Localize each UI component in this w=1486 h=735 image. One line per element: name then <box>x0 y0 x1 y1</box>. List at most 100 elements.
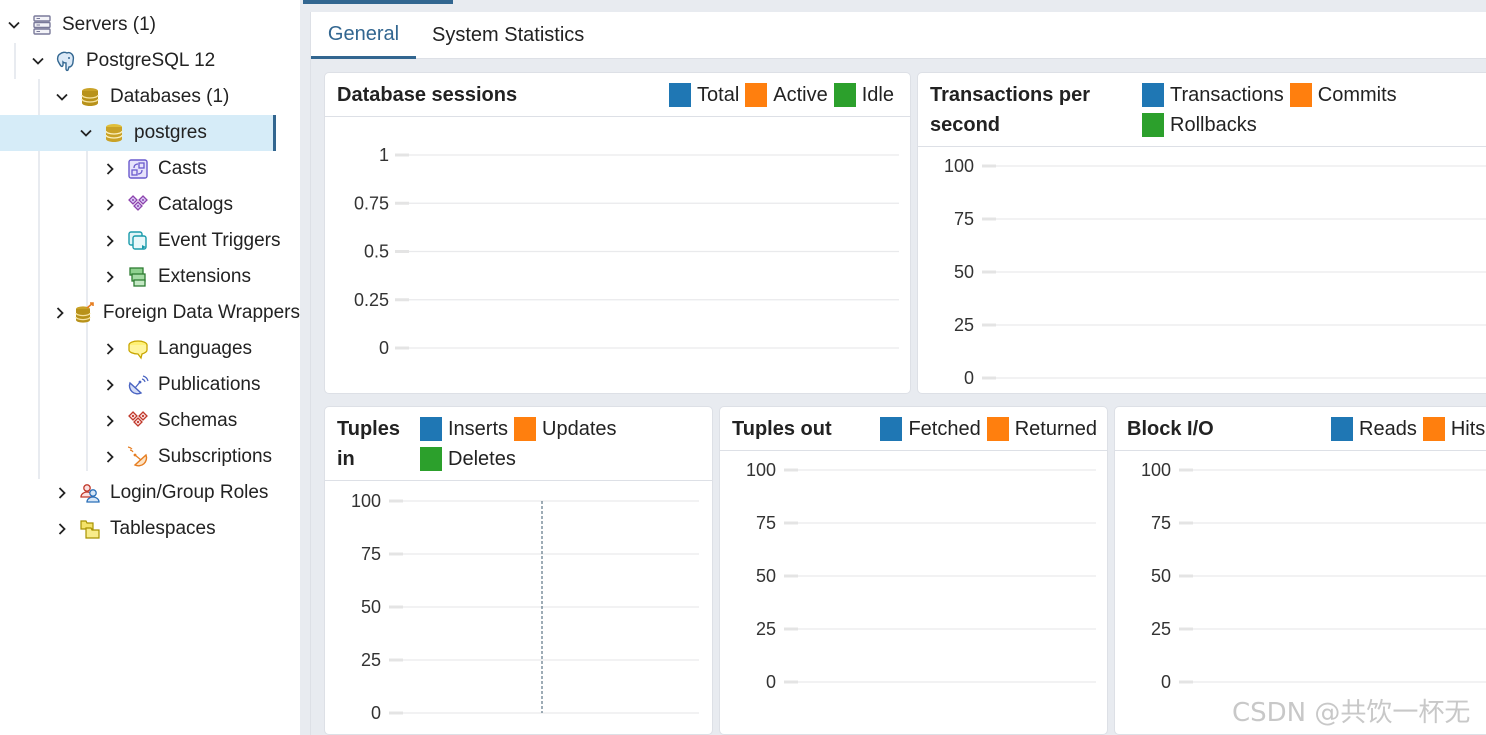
dashboard-area: General System Statistics Database sessi… <box>303 0 1486 735</box>
tablespaces-icon <box>78 517 102 541</box>
tuples-in-chart: 100 75 50 25 0 <box>351 491 699 723</box>
extensions-icon <box>126 265 150 289</box>
chevron-right-icon[interactable] <box>100 411 120 431</box>
card-title: Tuples in <box>337 418 400 470</box>
y-tick-label: 1 <box>379 145 389 165</box>
tree-node-publications[interactable]: Publications <box>0 367 300 403</box>
legend-item-hits[interactable]: Hits <box>1422 414 1485 444</box>
chevron-down-icon[interactable] <box>28 51 48 71</box>
tree-node-label: Casts <box>158 158 207 179</box>
legend-item-rollbacks[interactable]: Rollbacks <box>1142 110 1257 140</box>
legend-item-updates[interactable]: Updates <box>514 414 617 444</box>
legend-item-commits[interactable]: Commits <box>1289 80 1397 110</box>
card-header: Tuples in Inserts Updates Deletes <box>325 407 712 481</box>
card-title: Transactions per second <box>930 84 1091 136</box>
chevron-right-icon[interactable] <box>100 231 120 251</box>
tree-node-foreign-data-wrappers[interactable]: Foreign Data Wrappers <box>0 295 300 331</box>
tree-node-subscriptions[interactable]: Subscriptions <box>0 439 300 475</box>
subscriptions-icon <box>126 445 150 469</box>
card-header: Transactions per second Transactions Comm… <box>918 73 1486 147</box>
chart-legend: Total Active Idle <box>669 80 900 110</box>
legend-label: Inserts <box>448 418 509 440</box>
legend-item-deletes[interactable]: Deletes <box>420 444 516 474</box>
legend-item-inserts[interactable]: Inserts <box>420 414 508 444</box>
chevron-down-icon[interactable] <box>4 15 24 35</box>
legend-label: Returned <box>1014 418 1097 440</box>
y-tick-label: 0.25 <box>354 290 389 310</box>
legend-item-idle[interactable]: Idle <box>833 80 894 110</box>
chevron-right-icon[interactable] <box>100 447 120 467</box>
y-tick-label: 0 <box>964 368 974 388</box>
legend-swatch <box>420 447 442 471</box>
card-title: Database sessions <box>337 84 518 106</box>
chevron-right-icon[interactable] <box>100 195 120 215</box>
legend-item-transactions[interactable]: Transactions <box>1142 80 1284 110</box>
login-group-roles-icon <box>78 481 102 505</box>
dashboard-panel: General System Statistics Database sessi… <box>310 12 1486 735</box>
chevron-right-icon[interactable] <box>100 375 120 395</box>
tree-node-casts[interactable]: Casts <box>0 151 300 187</box>
block-io-card: Block I/O Reads Hits 100 75 50 25 0 <box>1114 406 1486 735</box>
chart-legend: Reads Hits <box>1331 414 1486 444</box>
tree-node-login-group-roles[interactable]: Login/Group Roles <box>0 475 300 511</box>
schemas-icon <box>126 409 150 433</box>
y-tick-label: 25 <box>954 315 974 335</box>
event-triggers-icon <box>126 229 150 253</box>
legend-item-fetched[interactable]: Fetched <box>880 414 981 444</box>
foreign-data-wrappers-icon <box>73 301 95 325</box>
chevron-down-icon[interactable] <box>52 87 72 107</box>
card-title: Tuples out <box>732 418 832 440</box>
y-tick-label: 0.5 <box>364 242 389 262</box>
legend-label: Updates <box>542 418 617 440</box>
legend-item-reads[interactable]: Reads <box>1331 414 1417 444</box>
tree-node-label: Subscriptions <box>158 446 273 467</box>
y-tick-label: 25 <box>1151 619 1171 639</box>
chevron-right-icon[interactable] <box>53 303 67 323</box>
tab-general[interactable]: General <box>311 12 416 59</box>
tree-node-catalogs[interactable]: Catalogs <box>0 187 300 223</box>
tree-node-tablespaces[interactable]: Tablespaces <box>0 511 300 547</box>
chevron-right-icon[interactable] <box>100 339 120 359</box>
tree-node-databases-1[interactable]: Databases (1) <box>0 79 300 115</box>
watermark: CSDN @共饮一杯无 <box>1232 698 1471 728</box>
catalogs-icon <box>126 193 150 217</box>
tree-node-label: Foreign Data Wrappers <box>102 302 300 323</box>
legend-swatch <box>669 83 692 107</box>
legend-swatch <box>745 83 768 107</box>
tree-node-postgresql-12[interactable]: PostgreSQL 12 <box>0 43 300 79</box>
tab-system-statistics[interactable]: System Statistics <box>417 12 599 59</box>
chevron-down-icon[interactable] <box>76 123 96 143</box>
y-tick-label: 50 <box>954 262 974 282</box>
chevron-right-icon[interactable] <box>52 483 72 503</box>
tuples-in-card: Tuples in Inserts Updates Deletes 100 75 50 2… <box>324 406 713 735</box>
y-tick-label: 50 <box>361 597 381 617</box>
chart-legend: Transactions Commits Rollbacks <box>1142 80 1442 140</box>
tree-node-postgres[interactable]: postgres <box>0 115 276 151</box>
tree-node-event-triggers[interactable]: Event Triggers <box>0 223 300 259</box>
tree-node-extensions[interactable]: Extensions <box>0 259 300 295</box>
y-tick-label: 25 <box>756 619 776 639</box>
tree-node-servers-1[interactable]: Servers (1) <box>0 7 300 43</box>
postgresql-elephant-icon <box>54 49 78 73</box>
tree-node-label: Catalogs <box>158 194 233 215</box>
legend-item-returned[interactable]: Returned <box>986 414 1097 444</box>
dashboard-tabbar: General System Statistics <box>311 12 1486 59</box>
legend-item-active[interactable]: Active <box>745 80 828 110</box>
chevron-right-icon[interactable] <box>52 519 72 539</box>
tree-node-schemas[interactable]: Schemas <box>0 403 300 439</box>
tuples-out-card: Tuples out Fetched Returned 100 75 50 25 0 <box>719 406 1108 735</box>
tree-node-languages[interactable]: Languages <box>0 331 300 367</box>
object-explorer-tree: Servers (1) PostgreSQL 12 Databases (1) pos… <box>0 0 300 735</box>
legend-label: Rollbacks <box>1170 114 1257 136</box>
legend-label: Transactions <box>1170 84 1284 106</box>
tree-node-label: Event Triggers <box>158 230 281 251</box>
legend-swatch <box>1289 83 1312 107</box>
chart-legend: Inserts Updates Deletes <box>420 414 680 474</box>
legend-item-total[interactable]: Total <box>669 80 739 110</box>
tree-node-label: Languages <box>158 338 253 359</box>
chevron-right-icon[interactable] <box>100 267 120 287</box>
y-tick-label: 0 <box>766 672 776 692</box>
tree-node-label: Servers (1) <box>62 14 156 35</box>
chevron-right-icon[interactable] <box>100 159 120 179</box>
legend-swatch <box>986 417 1009 441</box>
